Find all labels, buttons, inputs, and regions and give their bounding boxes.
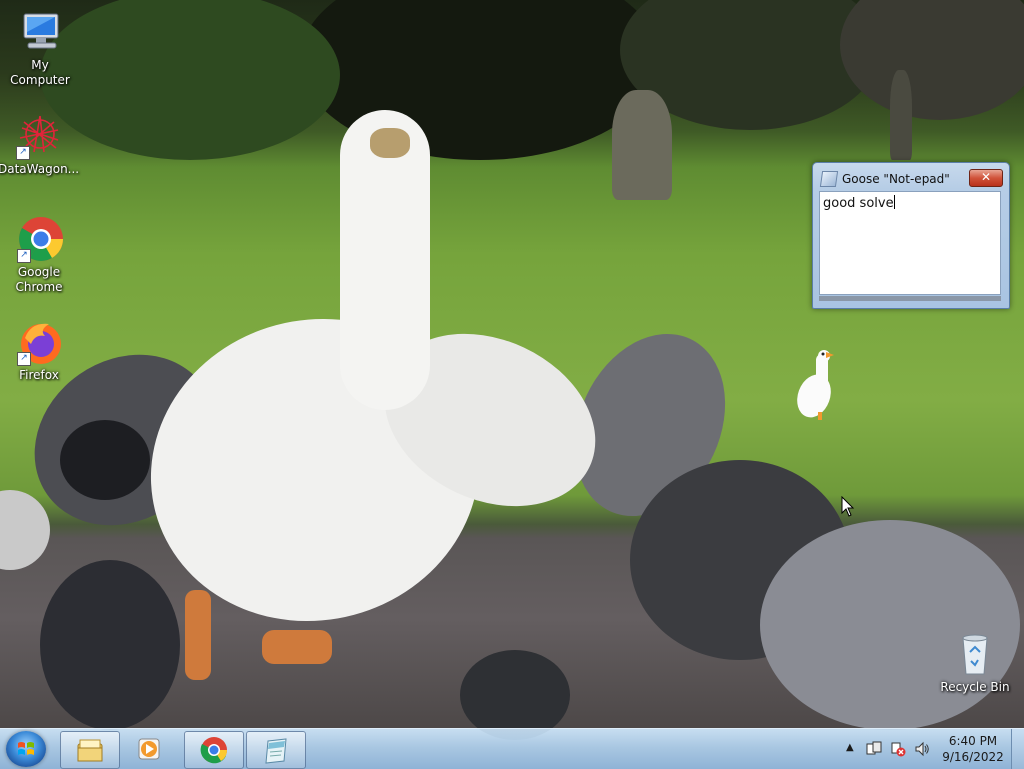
taskbar-file-explorer[interactable] <box>60 731 120 769</box>
desktop-goose[interactable] <box>796 346 836 422</box>
notepad-text: good solve <box>823 196 894 211</box>
mouse-cursor-icon <box>841 496 855 517</box>
desktop-icon-google-chrome[interactable]: ↗ Google Chrome <box>0 215 79 295</box>
shortcut-arrow-icon: ↗ <box>16 146 30 160</box>
clock-date: 9/16/2022 <box>942 750 1004 764</box>
notepad-window[interactable]: Goose "Not-epad" ✕ good solve <box>812 162 1010 309</box>
datawagon-icon: ↗ <box>14 112 62 160</box>
firefox-icon: ↗ <box>15 318 63 366</box>
start-orb-icon <box>18 742 34 755</box>
desktop-icon-label: Google Chrome <box>15 265 63 294</box>
start-button[interactable] <box>6 731 46 767</box>
network-error-icon[interactable] <box>890 741 906 757</box>
shortcut-arrow-icon: ↗ <box>17 249 31 263</box>
desktop-wallpaper <box>0 0 1024 740</box>
taskbar: ▲ 6:40 PM 9/16/2022 <box>0 728 1024 769</box>
text-caret <box>893 195 895 209</box>
desktop-icon-firefox[interactable]: ↗ Firefox <box>0 318 79 383</box>
desktop-icon-recycle-bin[interactable]: Recycle Bin <box>935 630 1015 695</box>
desktop-icon-label: DataWagon... <box>0 162 80 176</box>
chrome-icon: ↗ <box>15 215 63 263</box>
desktop-icon-label: Firefox <box>19 368 59 382</box>
taskbar-chrome[interactable] <box>184 731 244 769</box>
notepad-title: Goose "Not-epad" <box>842 172 950 186</box>
recycle-bin-icon <box>951 630 999 678</box>
volume-icon[interactable] <box>914 741 930 757</box>
system-clock[interactable]: 6:40 PM 9/16/2022 <box>940 733 1006 765</box>
notepad-titlebar[interactable]: Goose "Not-epad" <box>819 171 950 187</box>
notepad-icon <box>819 171 839 187</box>
file-explorer-icon <box>77 739 103 762</box>
show-desktop-button[interactable] <box>1011 729 1024 769</box>
desktop-icon-label: Recycle Bin <box>940 680 1010 694</box>
taskbar-media-player[interactable] <box>120 731 178 767</box>
close-button[interactable]: ✕ <box>969 169 1003 187</box>
desktop-icon-datawagon[interactable]: ↗ DataWagon... <box>0 112 80 177</box>
taskbar-notepad[interactable] <box>246 731 306 769</box>
computer-icon <box>16 8 64 56</box>
desktop-icon-label: My Computer <box>10 58 70 87</box>
notepad-icon <box>265 738 287 764</box>
chrome-icon <box>200 737 228 764</box>
notepad-scrollbar[interactable] <box>819 296 1001 301</box>
notepad-text-area[interactable]: good solve <box>819 191 1001 295</box>
desktop-icon-my-computer[interactable]: My Computer <box>0 8 80 88</box>
show-hidden-icons-button[interactable]: ▲ <box>846 742 854 753</box>
action-center-icon[interactable] <box>866 741 882 757</box>
clock-time: 6:40 PM <box>948 734 998 748</box>
media-player-icon <box>138 738 160 760</box>
shortcut-arrow-icon: ↗ <box>17 352 31 366</box>
